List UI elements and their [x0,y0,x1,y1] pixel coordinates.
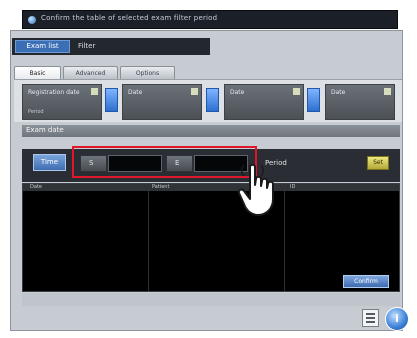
app-window: Confirm the table of selected exam filte… [0,0,417,338]
filter-card[interactable]: Date [122,84,202,120]
column-header-date[interactable]: Date [30,184,42,191]
card-title: Date [331,89,346,96]
card-title: Date [230,89,245,96]
card-sub: Period [28,109,44,115]
column-header-patient[interactable]: Patient [152,184,169,191]
filter-card[interactable]: Registration date Period [22,84,102,120]
tab-basic[interactable]: Basic [14,66,61,80]
section-header: Exam date [22,125,400,137]
column-divider [284,191,285,291]
header-title: Filter [78,42,96,50]
title-text: Confirm the table of selected exam filte… [41,14,218,22]
confirm-button[interactable]: Confirm [343,275,389,288]
card-select-button[interactable] [307,88,320,112]
time-button[interactable]: Time [33,154,66,171]
info-icon[interactable]: i [385,307,409,331]
card-select-button[interactable] [105,88,118,112]
card-title: Date [128,89,143,96]
touch-hand-icon [237,163,274,216]
highlight-box [72,146,257,178]
bottom-strip [22,293,400,306]
card-check-icon [293,88,300,95]
table-header [23,184,399,191]
list-icon[interactable] [362,309,379,327]
column-header-id[interactable]: ID [290,184,295,191]
title-bar: Confirm the table of selected exam filte… [22,10,398,29]
card-check-icon [191,88,198,95]
section-title: Exam date [26,126,64,134]
filter-card[interactable]: Date [224,84,304,120]
tab-options[interactable]: Options [120,66,175,80]
filter-card[interactable]: Date [325,84,395,120]
card-check-icon [91,88,98,95]
card-select-button[interactable] [206,88,219,112]
card-title: Registration date [28,89,80,96]
header-badge: Exam list [15,40,70,53]
app-icon [28,16,36,24]
set-button[interactable]: Set [367,156,389,170]
tab-advanced[interactable]: Advanced [63,66,118,80]
card-check-icon [384,88,391,95]
column-divider [148,191,149,291]
